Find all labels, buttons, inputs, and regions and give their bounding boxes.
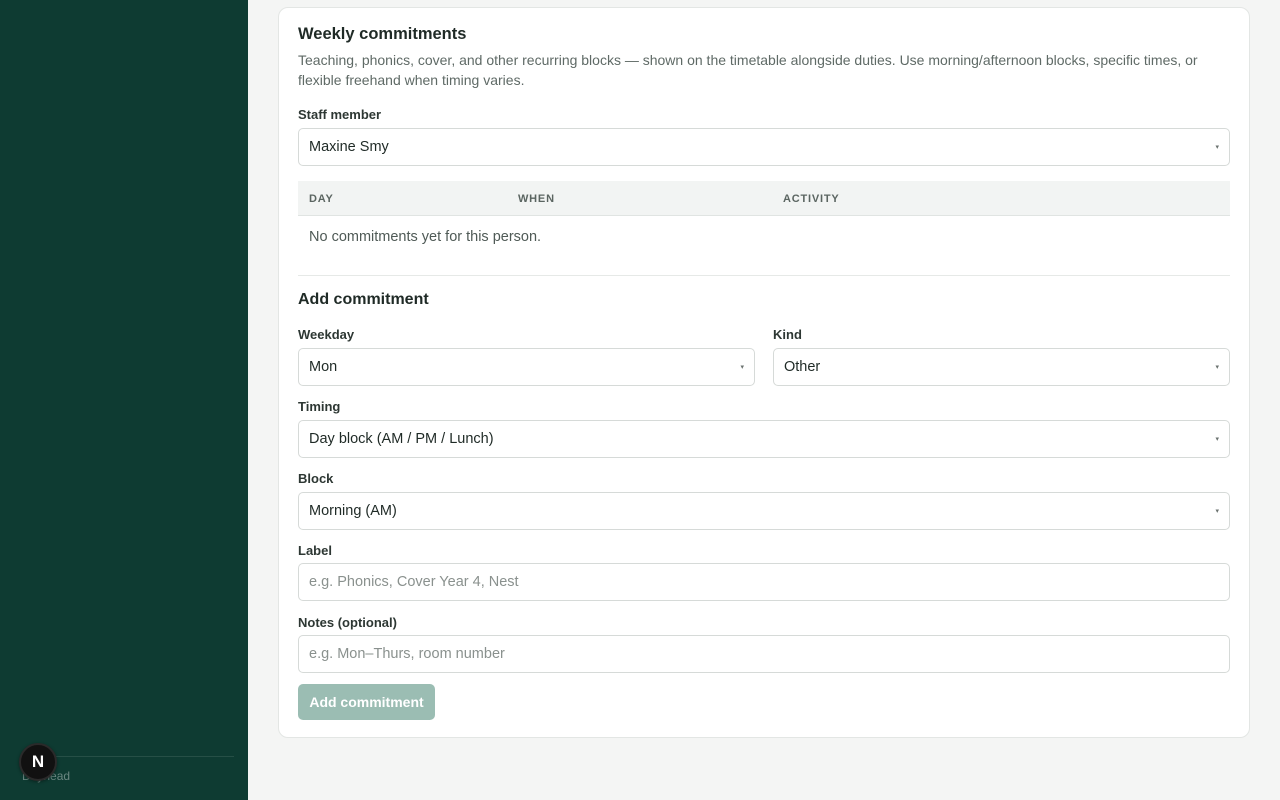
chevron-down-icon: ▾ xyxy=(740,364,744,371)
weekday-select[interactable]: Mon ▾ xyxy=(298,348,755,386)
sidebar: Dayhead xyxy=(0,0,248,800)
card-description: Teaching, phonics, cover, and other recu… xyxy=(298,52,1198,88)
kind-value: Other xyxy=(784,359,821,375)
commitments-table-header: DAY WHEN ACTIVITY xyxy=(298,181,1230,216)
block-label: Block xyxy=(298,471,334,486)
label-input[interactable] xyxy=(298,563,1230,601)
kind-label: Kind xyxy=(773,327,802,342)
column-header-when: WHEN xyxy=(518,193,555,205)
kind-select[interactable]: Other ▾ xyxy=(773,348,1230,386)
add-commitment-button[interactable]: Add commitment xyxy=(298,684,435,720)
chevron-down-icon: ▾ xyxy=(1215,508,1219,515)
timing-value: Day block (AM / PM / Lunch) xyxy=(309,431,494,447)
chevron-down-icon: ▾ xyxy=(1215,364,1219,371)
empty-state-text: No commitments yet for this person. xyxy=(309,229,542,245)
dev-tools-badge[interactable]: N xyxy=(19,743,57,781)
notes-label: Notes (optional) xyxy=(298,615,397,630)
block-value: Morning (AM) xyxy=(309,503,397,519)
section-divider xyxy=(298,275,1230,276)
label-field-label: Label xyxy=(298,543,332,558)
notes-input[interactable] xyxy=(298,635,1230,673)
staff-member-label: Staff member xyxy=(298,107,382,122)
timing-label: Timing xyxy=(298,399,341,414)
weekday-label: Weekday xyxy=(298,327,355,342)
column-header-day: DAY xyxy=(309,193,334,205)
timing-select[interactable]: Day block (AM / PM / Lunch) ▾ xyxy=(298,420,1230,458)
chevron-down-icon: ▾ xyxy=(1215,436,1219,443)
block-select[interactable]: Morning (AM) ▾ xyxy=(298,492,1230,530)
staff-member-select[interactable]: Maxine Smy ▾ xyxy=(298,128,1230,166)
add-commitment-title: Add commitment xyxy=(298,291,429,308)
weekly-commitments-card: Weekly commitments Teaching, phonics, co… xyxy=(278,7,1250,738)
card-title: Weekly commitments xyxy=(298,25,467,43)
weekday-value: Mon xyxy=(309,359,338,375)
chevron-down-icon: ▾ xyxy=(1215,144,1219,151)
column-header-activity: ACTIVITY xyxy=(783,193,840,205)
staff-member-value: Maxine Smy xyxy=(309,139,389,155)
